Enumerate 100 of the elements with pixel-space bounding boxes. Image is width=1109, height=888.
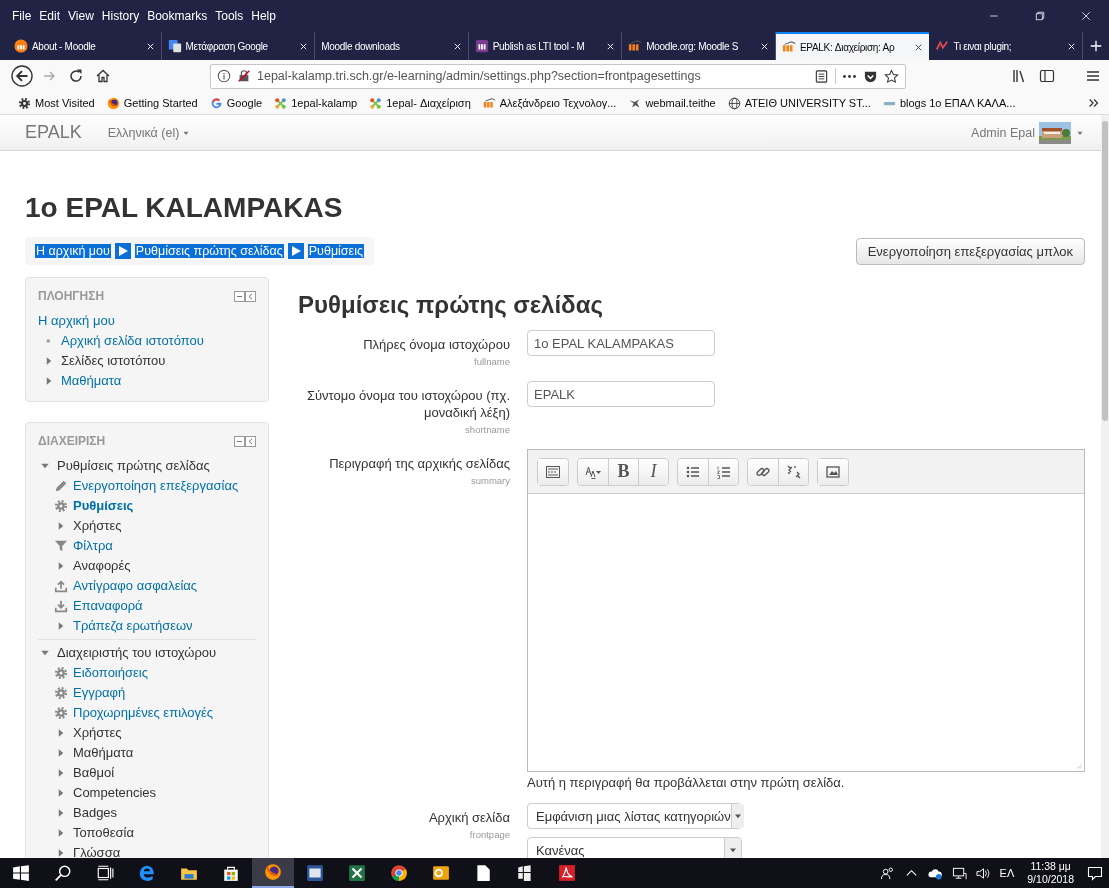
nav-item[interactable]: Τοποθεσία xyxy=(73,823,135,843)
moodle-logo-icon xyxy=(482,96,496,110)
pdf-app-icon xyxy=(558,864,576,882)
nav-item[interactable]: Βαθμοί xyxy=(73,763,115,783)
nav-link[interactable]: Αντίγραφο ασφαλείας xyxy=(73,576,198,596)
scrollbar[interactable] xyxy=(1101,115,1109,858)
bookmark[interactable]: Αλεξάνδρειο Τεχνολογ... xyxy=(482,96,617,110)
bookmark[interactable]: webmail.teithe xyxy=(628,96,716,110)
nav-link[interactable]: Η αρχική μου xyxy=(38,311,115,331)
clock-time[interactable]: 11:38 μμ xyxy=(1030,860,1071,873)
menu-item[interactable]: Edit xyxy=(35,9,65,23)
globe-icon xyxy=(727,96,741,110)
bullet-list-button[interactable] xyxy=(678,458,708,485)
breadcrumb-link[interactable]: Η αρχική μου xyxy=(35,244,111,258)
dock-icon[interactable] xyxy=(234,290,256,302)
nav-item[interactable]: Ρυθμίσεις πρώτης σελίδας xyxy=(57,456,210,476)
font-style-button[interactable] xyxy=(578,458,608,485)
menu-item[interactable]: History xyxy=(97,9,144,23)
nav-link[interactable]: Ρυθμίσεις xyxy=(73,496,134,516)
nav-link[interactable]: Εγγραφή xyxy=(73,683,126,703)
bookmark[interactable]: ΑΤΕΙΘ UNIVERSITY ST... xyxy=(727,96,871,110)
site-name[interactable]: EPALK xyxy=(25,122,82,143)
nav-link[interactable]: Αρχική σελίδα ιστοτόπου xyxy=(61,331,204,351)
grid-app-icon xyxy=(516,864,534,882)
nav-link[interactable]: Επαναφορά xyxy=(73,596,143,616)
image-icon xyxy=(825,463,841,480)
user-name[interactable]: Admin Epal xyxy=(971,125,1035,140)
nav-item[interactable]: Μαθήματα xyxy=(73,743,134,763)
input-language[interactable]: ΕΛ xyxy=(999,867,1015,879)
gear-icon xyxy=(54,686,68,700)
joomla-icon xyxy=(274,96,288,110)
new-tab-icon xyxy=(1089,39,1104,53)
menu-item[interactable]: Tools xyxy=(211,9,248,23)
text-field[interactable]: 1o EPAL KALAMPAKAS xyxy=(527,330,715,356)
toolbar-toggle-button[interactable] xyxy=(538,458,568,485)
windows-icon xyxy=(12,864,30,882)
edge-icon xyxy=(138,864,156,882)
app-logo-icon xyxy=(474,39,489,53)
block-editing-button[interactable]: Ενεργοποίηση επεξεργασίας μπλοκ xyxy=(855,237,1085,265)
bookmark[interactable]: Google xyxy=(209,96,263,110)
dock-icon[interactable] xyxy=(234,435,256,447)
sidebar-icon xyxy=(1039,68,1055,84)
help-text: Αυτή η περιγραφή θα προβάλλεται στην πρώτη σελίδα. xyxy=(527,774,846,791)
download-icon xyxy=(54,599,68,613)
home-icon xyxy=(94,68,111,84)
unlink-button[interactable] xyxy=(778,458,808,485)
separator-icon xyxy=(114,243,131,259)
network-icon xyxy=(951,865,967,881)
nav-item[interactable]: Διαχειριστής του ιστοχώρου xyxy=(57,643,217,663)
dropdown[interactable]: Εμφάνιση μιας λίστας κατηγοριών xyxy=(527,803,742,829)
reload-icon xyxy=(67,68,84,84)
library-icon xyxy=(1011,68,1027,84)
close-icon xyxy=(1080,10,1092,22)
menu-item[interactable]: View xyxy=(64,9,98,23)
nav-item[interactable]: Competencies xyxy=(73,783,157,803)
nav-link[interactable]: Ενεργοποίηση επεξεργασίας xyxy=(73,476,239,496)
nav-link[interactable]: Προχωρημένες επιλογές xyxy=(73,703,214,723)
setting-name: fullname xyxy=(473,355,510,369)
block-title: ΠΛΟΗΓΗΣΗ xyxy=(38,288,105,304)
nav-item[interactable]: Χρήστες xyxy=(73,723,122,743)
menu-item[interactable]: Bookmarks xyxy=(143,9,212,23)
nav-item[interactable]: Χρήστες xyxy=(73,516,122,536)
text-field[interactable]: EPALK xyxy=(527,381,715,407)
breadcrumb-link[interactable]: Ρυθμίσεις xyxy=(307,244,364,258)
nav-link[interactable]: Ειδοποιήσεις xyxy=(73,663,148,683)
bookmark[interactable]: Getting Started xyxy=(106,96,198,110)
link-button[interactable] xyxy=(748,458,778,485)
nav-item[interactable]: Αναφορές xyxy=(73,556,131,576)
image-button[interactable] xyxy=(818,458,848,485)
nav-item[interactable]: Γλώσσα xyxy=(73,843,121,858)
field-label: Σύντομο όνομα του ιστοχώρου (πχ. μοναδική λέξη) xyxy=(306,388,510,420)
text-editor[interactable]: B I xyxy=(527,449,1085,772)
browser-tab[interactable]: EPALK: Διαχείριση: Αρ xyxy=(775,32,930,60)
menu-item[interactable]: Help xyxy=(247,9,280,23)
nav-link[interactable]: Τράπεζα ερωτήσεων xyxy=(73,616,193,636)
nav-item[interactable]: Badges xyxy=(73,803,118,823)
address-bar[interactable]: 1epal-kalamp.tri.sch.gr/e-learning/admin/settings.php?section=frontpagesettings xyxy=(210,63,906,89)
bookmark[interactable]: 1epal- Διαχείριση xyxy=(369,96,471,110)
numbered-list-button[interactable] xyxy=(708,458,738,485)
chrome-icon xyxy=(390,864,408,882)
bookmark[interactable]: Most Visited xyxy=(18,96,95,110)
nav-item[interactable]: Σελίδες ιστοτόπου xyxy=(61,351,166,371)
bookmark[interactable]: blogs 1ο ΕΠΑΛ ΚΑΛΑ... xyxy=(882,96,1016,110)
nav-link[interactable]: Μαθήματα xyxy=(61,371,122,391)
menu-item[interactable]: File xyxy=(8,9,36,23)
moodle-logo-icon xyxy=(14,39,28,53)
nav-link[interactable]: Φίλτρα xyxy=(73,536,113,556)
clock-date[interactable]: 9/10/2018 xyxy=(1027,873,1074,886)
firefox-icon xyxy=(264,863,282,881)
joomla-icon xyxy=(369,96,383,110)
bookmark[interactable]: 1epal-kalamp xyxy=(274,96,358,110)
more-icon xyxy=(842,74,857,78)
breadcrumb-link[interactable]: Ρυθμίσεις πρώτης σελίδας xyxy=(134,244,284,258)
separator-icon xyxy=(287,243,304,259)
field-label: Περιγραφή της αρχικής σελίδας xyxy=(329,456,510,471)
translate-icon xyxy=(167,39,182,53)
bold-button[interactable]: B xyxy=(608,458,638,485)
italic-button[interactable]: I xyxy=(638,458,668,485)
field-label: Αρχική σελίδα xyxy=(428,810,510,825)
language-menu[interactable]: Ελληνικά (el) xyxy=(107,125,192,140)
